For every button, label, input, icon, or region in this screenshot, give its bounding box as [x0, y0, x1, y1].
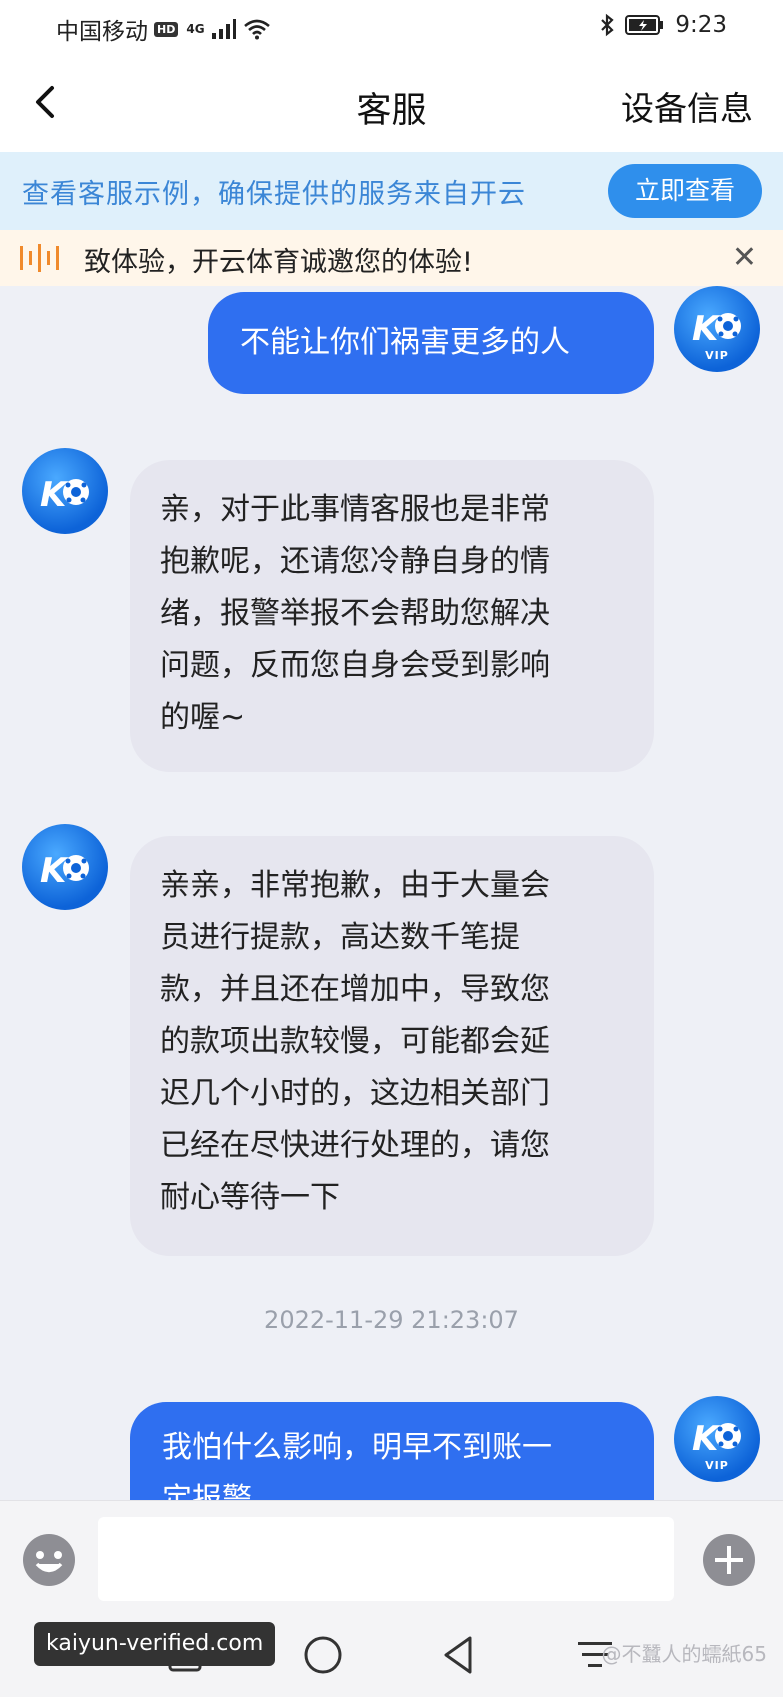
message-line: 问题，反而您自身会受到影响 [160, 648, 550, 683]
plus-icon[interactable] [702, 1533, 756, 1587]
notice-banner: 查看客服示例，确保提供的服务来自开云 立即查看 [0, 152, 783, 230]
vip-label: VIP [705, 1459, 729, 1472]
battery-icon [625, 15, 664, 35]
bluetooth-icon [601, 13, 614, 37]
agent-avatar[interactable]: K [22, 824, 108, 910]
view-now-button[interactable]: 立即查看 [608, 164, 762, 218]
message-bubble-agent: 亲，对于此事情客服也是非常 抱歉呢，还请您冷静自身的情 绪，报警举报不会帮助您解… [130, 460, 654, 772]
status-bar: 中国移动 HD 4G 9:23 [0, 0, 783, 56]
notice-text: 查看客服示例，确保提供的服务来自开云 [22, 179, 526, 210]
message-line: 款，并且还在增加中，导致您 [160, 972, 550, 1007]
message-input[interactable] [98, 1517, 674, 1601]
message-line: 耐心等待一下 [160, 1180, 340, 1215]
message-bubble-agent: 亲亲，非常抱歉，由于大量会 员进行提款，高达数千笔提 款，并且还在增加中，导致您… [130, 836, 654, 1256]
user-avatar[interactable]: K VIP [674, 1396, 760, 1482]
hd-badge: HD [154, 21, 179, 37]
carrier-name: 中国移动 [56, 19, 148, 45]
status-right: 9:23 [599, 12, 727, 38]
watermark-credit: @不蠶人的蠕紙65 [601, 1642, 767, 1666]
ko-logo-icon: K [40, 851, 89, 891]
message-line: 迟几个小时的，这边相关部门 [160, 1076, 550, 1111]
emoji-icon[interactable] [22, 1533, 76, 1587]
signal-icon [211, 19, 236, 39]
marquee-announcement: 致体验，开云体育诚邀您的体验! ✕ [0, 230, 783, 286]
clock: 9:23 [675, 12, 727, 38]
back-nav-icon[interactable] [436, 1632, 482, 1678]
watermark-label: kaiyun-verified.com [34, 1622, 276, 1666]
message-timestamp: 2022-11-29 21:23:07 [264, 1306, 519, 1334]
announcement-icon [20, 244, 59, 272]
close-icon[interactable]: ✕ [732, 240, 757, 275]
marquee-text: 致体验，开云体育诚邀您的体验! [84, 247, 473, 278]
status-left: 中国移动 HD 4G [56, 12, 271, 46]
message-line: 已经在尽快进行处理的，请您 [160, 1128, 550, 1163]
ko-logo-icon: K [40, 475, 89, 515]
message-line: 亲，对于此事情客服也是非常 [160, 492, 550, 527]
message-line: 抱歉呢，还请您冷静自身的情 [160, 544, 550, 579]
title-bar: 客服 设备信息 [0, 56, 783, 152]
message-bubble-user: 不能让你们祸害更多的人 [208, 292, 654, 394]
home-icon[interactable] [300, 1632, 346, 1678]
vip-label: VIP [705, 349, 729, 362]
user-avatar[interactable]: K VIP [674, 286, 760, 372]
message-line: 我怕什么影响，明早不到账一 [162, 1430, 552, 1465]
message-line: 员进行提款，高达数千笔提 [160, 920, 520, 955]
message-line: 不能让你们祸害更多的人 [240, 325, 570, 360]
chat-input-bar [0, 1500, 783, 1612]
network-type: 4G [186, 22, 205, 36]
wifi-icon [243, 19, 270, 40]
message-line: 的喔~ [160, 700, 246, 735]
message-line: 绪，报警举报不会帮助您解决 [160, 596, 550, 631]
message-line: 亲亲，非常抱歉，由于大量会 [160, 868, 550, 903]
device-info-button[interactable]: 设备信息 [621, 82, 753, 130]
agent-avatar[interactable]: K [22, 448, 108, 534]
message-line: 的款项出款较慢，可能都会延 [160, 1024, 550, 1059]
